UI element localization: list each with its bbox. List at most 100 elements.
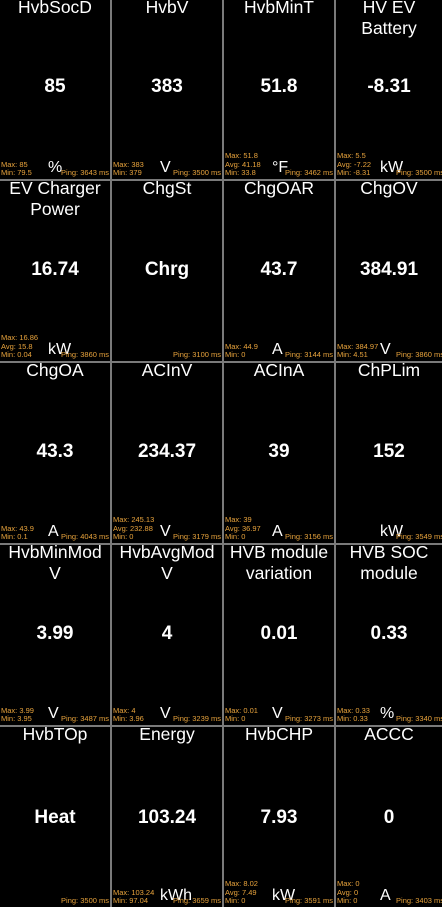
gauge-ping: Ping: 3643 ms [61, 168, 109, 178]
gauge-ping: Ping: 3179 ms [173, 532, 221, 542]
gauge-unit: V [160, 159, 171, 176]
gauge-tile-hv-ev-battery[interactable]: HV EV Battery -8.31 Max: 5.5 Avg: -7.22 Mi… [336, 0, 442, 179]
gauge-title: ACInV [141, 363, 193, 380]
gauge-stats: Max: 5.5 Avg: -7.22 Min: -8.31 [337, 151, 372, 178]
gauge-title: HVB SOC module [349, 545, 429, 583]
gauge-ping: Ping: 3403 ms [396, 896, 442, 906]
gauge-value: 39 [268, 441, 290, 462]
gauge-title: HvbAvgMod V [119, 545, 215, 583]
gauge-ping: Ping: 3860 ms [396, 350, 442, 360]
gauge-stats: Max: 44.9 Min: 0 [225, 341, 258, 360]
gauge-value: 85 [44, 76, 66, 97]
gauge-ping: Ping: 3100 ms [173, 350, 221, 360]
gauge-value: 383 [151, 76, 183, 97]
gauge-ping: Ping: 3273 ms [285, 714, 333, 724]
gauge-value: 43.7 [260, 259, 298, 280]
gauge-title: HvbTOp [22, 727, 88, 744]
gauge-tile-acina[interactable]: ACInA 39 Max: 39 Avg: 36.97 Min: 0 A Ping: 3… [224, 363, 334, 543]
gauge-tile-accc[interactable]: ACCC 0 Max: 0 Avg: 0 Min: 0 A Ping: 3403 ms [336, 727, 442, 907]
gauge-ping: Ping: 3591 ms [285, 896, 333, 906]
gauge-stats: Max: 383 Min: 379 [113, 159, 144, 178]
gauge-tile-hvb-soc-module[interactable]: HVB SOC module 0.33 Max: 0.33 Min: 0.33% Pi… [336, 545, 442, 725]
gauge-tile-hvbchp[interactable]: HvbCHP 7.93 Max: 8.02 Avg: 7.49 Min: 0 kW Pi… [224, 727, 334, 907]
gauge-value: 43.3 [36, 441, 74, 462]
gauge-ping: Ping: 3487 ms [61, 714, 109, 724]
gauge-title: HVB module variation [229, 545, 329, 583]
gauge-value: 0.01 [260, 623, 298, 644]
gauge-value: 234.37 [137, 441, 197, 462]
gauge-stats: Max: 16.86 Avg: 15.8 Min: 0.04 [1, 333, 39, 360]
gauge-stats: Max: 39 Avg: 36.97 Min: 0 [225, 515, 261, 542]
gauge-value: 3.99 [36, 623, 74, 644]
gauge-tile-chplim[interactable]: ChPLim 152 kW Ping: 3549 ms [336, 363, 442, 543]
gauge-title: Energy [139, 727, 195, 744]
gauge-ping: Ping: 3144 ms [285, 350, 333, 360]
gauge-stats: Max: 103.24 Min: 97.04 [113, 887, 155, 906]
gauge-title: HvbV [145, 0, 189, 17]
gauge-tile-hvbmint[interactable]: HvbMinT 51.8 Max: 51.8 Avg: 41.18 Min: 33.… [224, 0, 334, 179]
gauge-title: HvbSocD [18, 0, 92, 17]
gauge-stats: Max: 0.33 Min: 0.33 [337, 705, 370, 724]
gauge-unit: V [160, 523, 171, 540]
gauge-title: ACCC [364, 727, 414, 744]
gauge-tile-chgov[interactable]: ChgOV 384.91 Max: 384.97 Min: 4.51 V Ping: 3… [336, 181, 442, 361]
gauge-title: ChgSt [142, 181, 192, 198]
gauge-value: 0 [383, 807, 395, 828]
gauge-title: ChgOAR [243, 181, 315, 198]
gauge-ping: Ping: 3500 ms [173, 168, 221, 178]
gauge-value: Chrg [144, 259, 190, 280]
gauge-ping: Ping: 3239 ms [173, 714, 221, 724]
gauge-title: HvbMinT [243, 0, 314, 17]
gauge-tile-hvbavgmodv[interactable]: HvbAvgMod V 4 Max: 4 Min: 3.96 V Ping: 3239 … [112, 545, 222, 725]
gauge-ping: Ping: 3500 ms [61, 896, 109, 906]
gauge-tile-hvb-module-variation[interactable]: HVB module variation 0.01 Max: 0.01 Min: 0… [224, 545, 334, 725]
gauge-value: 103.24 [137, 807, 197, 828]
gauge-ping: Ping: 3549 ms [396, 532, 442, 542]
gauge-tile-energy[interactable]: Energy 103.24 Max: 103.24 Min: 97.04 kWh Pin… [112, 727, 222, 907]
gauge-unit: A [48, 523, 59, 540]
gauge-title: ACInA [253, 363, 305, 380]
gauge-stats: Max: 245.13 Avg: 232.88 Min: 0 [113, 515, 155, 542]
gauge-tile-ev-charger-power[interactable]: EV Charger Power 16.74 Max: 16.86 Avg: 15.… [0, 181, 110, 361]
gauge-tile-acinv[interactable]: ACInV 234.37 Max: 245.13 Avg: 232.88 Min: … [112, 363, 222, 543]
gauge-value: -8.31 [367, 76, 411, 97]
gauge-title: ChgOV [360, 181, 418, 198]
gauge-title: HvbCHP [244, 727, 314, 744]
gauge-tile-chgoar[interactable]: ChgOAR 43.7 Max: 44.9 Min: 0 A Ping: 3144 ms [224, 181, 334, 361]
gauge-tile-chgst[interactable]: ChgSt Chrg Ping: 3100 ms [112, 181, 222, 361]
gauge-unit: A [272, 341, 283, 358]
gauge-stats: Max: 0 Avg: 0 Min: 0 [337, 879, 360, 906]
gauge-stats: Max: 384.97 Min: 4.51 [337, 341, 379, 360]
gauge-value: 152 [373, 441, 405, 462]
gauge-ping: Ping: 3860 ms [61, 350, 109, 360]
gauge-tile-hvbminmodv[interactable]: HvbMinMod V 3.99 Max: 3.99 Min: 3.95 V Ping:… [0, 545, 110, 725]
gauge-unit: V [48, 705, 59, 722]
gauge-unit: A [272, 523, 283, 540]
gauge-tile-hvbv[interactable]: HvbV 383 Max: 383 Min: 379 V Ping: 3500 ms [112, 0, 222, 179]
gauge-grid: HvbSocD 85 Max: 85 Min: 79.5% Ping: 3643 ms… [0, 0, 442, 907]
gauge-stats: Max: 51.8 Avg: 41.18 Min: 33.8 [225, 151, 261, 178]
gauge-stats: Max: 4 Min: 3.96 [113, 705, 144, 724]
gauge-value: 51.8 [260, 76, 298, 97]
gauge-ping: Ping: 3500 ms [396, 168, 442, 178]
gauge-stats: Max: 8.02 Avg: 7.49 Min: 0 [225, 879, 258, 906]
gauge-unit: V [160, 705, 171, 722]
gauge-stats: Max: 85 Min: 79.5 [1, 159, 32, 178]
gauge-ping: Ping: 3156 ms [285, 532, 333, 542]
gauge-unit: % [380, 705, 395, 722]
gauge-stats: Max: 0.01 Min: 0 [225, 705, 258, 724]
gauge-value: 16.74 [31, 259, 79, 280]
gauge-unit: A [380, 887, 391, 904]
gauge-value: 4 [161, 623, 173, 644]
gauge-title: HvbMinMod V [8, 545, 102, 583]
gauge-tile-chgoa[interactable]: ChgOA 43.3 Max: 43.9 Min: 0.1 A Ping: 4043 m… [0, 363, 110, 543]
gauge-unit: V [380, 341, 391, 358]
gauge-title: ChPLim [357, 363, 421, 380]
gauge-value: 384.91 [359, 259, 419, 280]
gauge-stats: Max: 43.9 Min: 0.1 [1, 523, 34, 542]
gauge-ping: Ping: 4043 ms [61, 532, 109, 542]
gauge-tile-hvbsocd[interactable]: HvbSocD 85 Max: 85 Min: 79.5% Ping: 3643 ms [0, 0, 110, 179]
gauge-tile-hvbtop[interactable]: HvbTOp Heat Ping: 3500 ms [0, 727, 110, 907]
gauge-ping: Ping: 3659 ms [173, 896, 221, 906]
gauge-value: 0.33 [370, 623, 408, 644]
